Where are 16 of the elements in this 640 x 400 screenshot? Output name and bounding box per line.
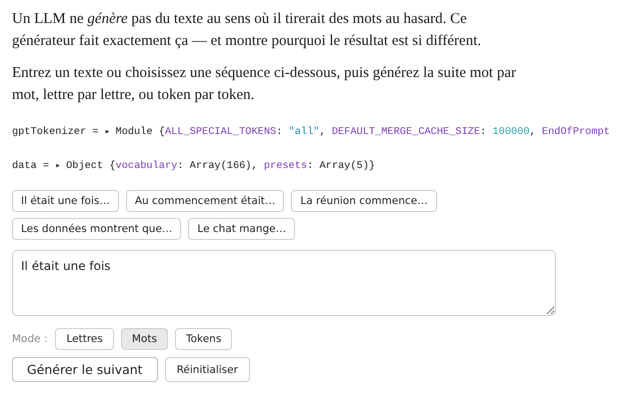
preset-button[interactable]: Au commencement était… <box>126 190 284 212</box>
preset-button[interactable]: Il était une fois… <box>12 190 119 212</box>
code-output: gptTokenizer = ▸ Module {ALL_SPECIAL_TOKENS: "all", DEFAULT_MERGE_CACHE_SIZE: 100000, EndOfPrompt <box>12 126 610 138</box>
text-input-field[interactable]: Il était une fois <box>12 250 556 316</box>
preset-button[interactable]: La réunion commence… <box>291 190 437 212</box>
mode-button[interactable]: Lettres <box>55 328 114 350</box>
preset-button[interactable]: Les données montrent que… <box>12 218 182 240</box>
intro-paragraph: Entrez un texte ou choisissez une séquence ci-dessous, puis générez la suite mot par mot, lettre par lettre, ou token par token. <box>12 64 518 105</box>
generate-button[interactable]: Générer le suivant <box>12 357 158 382</box>
intro-paragraph: Un LLM ne génère pas du texte au sens où il tirerait des mots au hasard. Ce générateur fait exactement ça — et montre pourquoi le résultat est si différent. <box>12 10 482 51</box>
mode-button[interactable]: Mots <box>120 328 168 350</box>
mode-label: Mode : <box>12 333 48 345</box>
mode-button[interactable]: Tokens <box>174 328 232 350</box>
reset-button[interactable]: Réinitialiser <box>164 357 250 382</box>
preset-button[interactable]: Le chat mange… <box>188 218 296 240</box>
code-output: data = ▸ Object {vocabulary: Array(166), presets: Array(5)} <box>12 160 376 172</box>
